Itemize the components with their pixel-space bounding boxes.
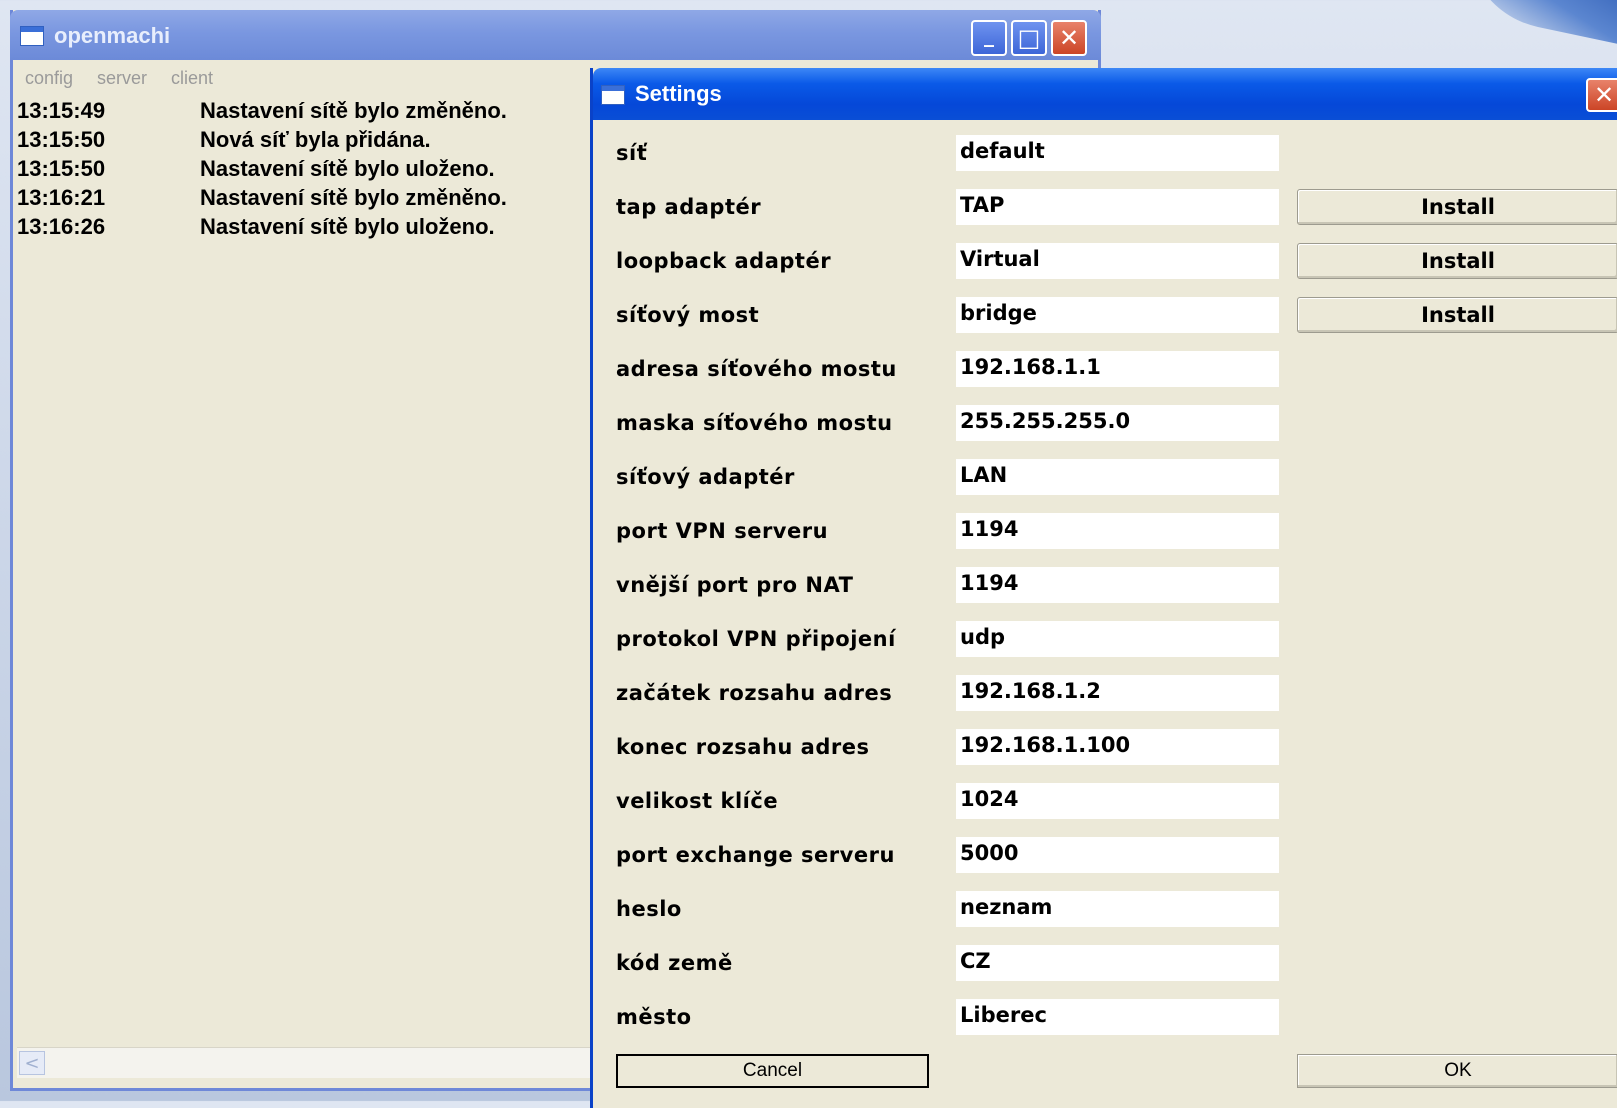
log-message: Nová síť byla přidána. [200, 127, 431, 152]
log-message: Nastavení sítě bylo uloženo. [200, 156, 495, 181]
menu-config[interactable]: config [25, 68, 73, 89]
chevron-left-icon: < [24, 1052, 40, 1074]
field-label: protokol VPN připojení [616, 627, 896, 651]
install-bridge-button[interactable]: Install [1297, 297, 1617, 333]
settings-titlebar[interactable]: Settings ✕ [593, 68, 1617, 120]
bridge-mask-input[interactable]: 255.255.255.0 [956, 405, 1279, 441]
log-message: Nastavení sítě bylo změněno. [200, 185, 507, 210]
menu-client[interactable]: client [171, 68, 213, 89]
field-label: maska síťového mostu [616, 411, 893, 435]
scroll-left-button[interactable]: < [19, 1051, 45, 1075]
settings-close-button[interactable]: ✕ [1586, 78, 1617, 112]
range-start-input[interactable]: 192.168.1.2 [956, 675, 1279, 711]
install-loopback-button[interactable]: Install [1297, 243, 1617, 279]
field-row-key-size: velikost klíče 1024 [593, 783, 1617, 821]
field-label: začátek rozsahu adres [616, 681, 893, 705]
country-code-input[interactable]: CZ [956, 945, 1279, 981]
bridge-input[interactable]: bridge [956, 297, 1279, 333]
range-end-input[interactable]: 192.168.1.100 [956, 729, 1279, 765]
field-row-bridge: síťový most bridge Install [593, 297, 1617, 335]
field-label: loopback adaptér [616, 249, 832, 273]
maximize-button[interactable]: □ [1011, 20, 1047, 56]
close-icon: ✕ [1058, 24, 1080, 52]
settings-title: Settings [635, 81, 722, 106]
field-label: konec rozsahu adres [616, 735, 870, 759]
log-time: 13:15:50 [17, 156, 106, 181]
window-icon [601, 85, 625, 105]
bridge-address-input[interactable]: 192.168.1.1 [956, 351, 1279, 387]
window-icon [20, 26, 44, 46]
menu-server[interactable]: server [97, 68, 147, 89]
vpn-port-input[interactable]: 1194 [956, 513, 1279, 549]
network-input[interactable]: default [956, 135, 1279, 171]
field-row-password: heslo neznam [593, 891, 1617, 929]
desktop-background-decoration [1449, 0, 1617, 50]
field-label: síťový adaptér [616, 465, 795, 489]
log-time: 13:15:50 [17, 127, 106, 152]
field-label: vnější port pro NAT [616, 573, 854, 597]
field-row-tap-adapter: tap adaptér TAP Install [593, 189, 1617, 227]
field-row-sit: síť default [593, 135, 1617, 173]
main-window-title: openmachi [54, 23, 171, 48]
close-button[interactable]: ✕ [1051, 20, 1087, 56]
field-label: síťový most [616, 303, 760, 327]
field-label: síť [616, 141, 648, 165]
field-label: kód země [616, 951, 733, 975]
field-row-bridge-mask: maska síťového mostu 255.255.255.0 [593, 405, 1617, 443]
field-row-loopback-adapter: loopback adaptér Virtual Install [593, 243, 1617, 281]
field-row-network-adapter: síťový adaptér LAN [593, 459, 1617, 497]
minimize-button[interactable]: _ [971, 20, 1007, 56]
log-message: Nastavení sítě bylo uloženo. [200, 214, 495, 239]
loopback-adapter-input[interactable]: Virtual [956, 243, 1279, 279]
ok-button[interactable]: OK [1297, 1054, 1617, 1088]
field-row-bridge-address: adresa síťového mostu 192.168.1.1 [593, 351, 1617, 389]
exchange-port-input[interactable]: 5000 [956, 837, 1279, 873]
minimize-icon: _ [984, 23, 994, 47]
log-time: 13:16:26 [17, 214, 106, 239]
log-time: 13:15:49 [17, 98, 106, 123]
install-tap-button[interactable]: Install [1297, 189, 1617, 225]
field-row-range-end: konec rozsahu adres 192.168.1.100 [593, 729, 1617, 767]
field-label: tap adaptér [616, 195, 762, 219]
main-window-titlebar[interactable]: openmachi _ □ ✕ [10, 10, 1101, 60]
field-label: port exchange serveru [616, 843, 895, 867]
city-input[interactable]: Liberec [956, 999, 1279, 1035]
field-label: adresa síťového mostu [616, 357, 897, 381]
field-row-country-code: kód země CZ [593, 945, 1617, 983]
log-time: 13:16:21 [17, 185, 106, 210]
password-input[interactable]: neznam [956, 891, 1279, 927]
field-label: velikost klíče [616, 789, 779, 813]
field-row-nat-port: vnější port pro NAT 1194 [593, 567, 1617, 605]
field-row-city: město Liberec [593, 999, 1617, 1037]
field-row-range-start: začátek rozsahu adres 192.168.1.2 [593, 675, 1617, 713]
cancel-button[interactable]: Cancel [616, 1054, 929, 1088]
field-label: heslo [616, 897, 682, 921]
field-label: port VPN serveru [616, 519, 829, 543]
tap-adapter-input[interactable]: TAP [956, 189, 1279, 225]
horizontal-scrollbar[interactable]: < [17, 1047, 617, 1078]
field-row-vpn-port: port VPN serveru 1194 [593, 513, 1617, 551]
vpn-protocol-input[interactable]: udp [956, 621, 1279, 657]
maximize-icon: □ [1017, 24, 1041, 52]
field-row-exchange-port: port exchange serveru 5000 [593, 837, 1617, 875]
settings-dialog: Settings ✕ síť default tap adaptér TAP I… [590, 68, 1617, 1108]
network-adapter-input[interactable]: LAN [956, 459, 1279, 495]
nat-port-input[interactable]: 1194 [956, 567, 1279, 603]
log-message: Nastavení sítě bylo změněno. [200, 98, 507, 123]
field-row-vpn-protocol: protokol VPN připojení udp [593, 621, 1617, 659]
key-size-input[interactable]: 1024 [956, 783, 1279, 819]
field-label: město [616, 1005, 692, 1029]
close-icon: ✕ [1593, 81, 1615, 109]
